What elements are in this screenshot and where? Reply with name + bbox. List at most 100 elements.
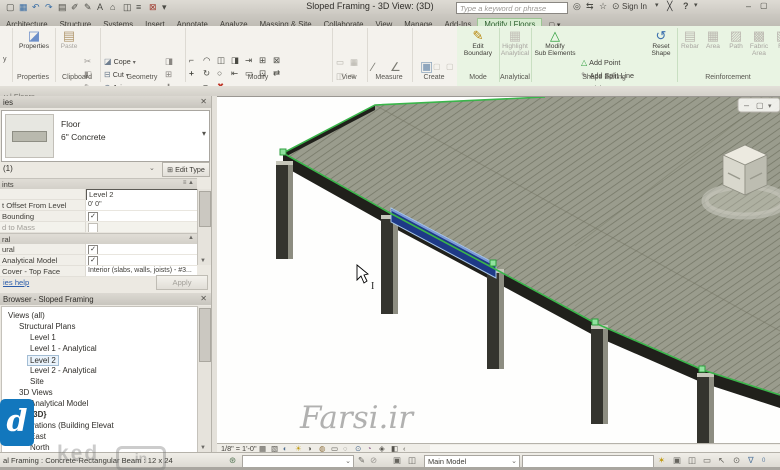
property-checkbox[interactable]	[88, 223, 98, 232]
panel-label-measure[interactable]: Measure	[375, 74, 402, 81]
panel-label-modify[interactable]: Modify	[248, 74, 269, 81]
press-drag-icon[interactable]: ▭	[703, 455, 711, 466]
exclude-options-icon[interactable]: ◫	[688, 455, 696, 466]
modify-tool-icon-1-2[interactable]: ○	[217, 68, 222, 78]
modify-tool-icon-0-5[interactable]: ⊞	[259, 55, 266, 66]
tag-icon[interactable]: ✎	[84, 1, 92, 13]
panel-label-analytical[interactable]: Analytical	[500, 74, 530, 81]
tree-item-site[interactable]: Site	[30, 377, 44, 386]
reinforcement-fa-button[interactable]: ▧Fa	[771, 28, 780, 50]
snap-icon[interactable]: ⊙	[733, 455, 740, 466]
exchange-apps-icon[interactable]: ⇆	[586, 1, 594, 12]
signin-person-icon[interactable]: ⊙	[612, 1, 620, 12]
panel-label-clipboard[interactable]: Clipboard	[62, 74, 92, 81]
property-checkbox[interactable]: ✓	[88, 245, 98, 254]
tree-item-3d-views[interactable]: 3D Views	[19, 388, 53, 397]
geometry-cope-button[interactable]: ◪ Cope ▾	[104, 57, 136, 66]
tree-item-level-1-analytical[interactable]: Level 1 - Analytical	[30, 344, 97, 353]
drawing-area[interactable]: – ▢ ▾ I	[217, 96, 780, 444]
browser-scrollbar[interactable]: ▼	[197, 306, 211, 452]
tree-item-level-2-analytical[interactable]: Level 2 - Analytical	[30, 366, 97, 375]
modify-tool-icon-1-3[interactable]: ⇤	[231, 68, 238, 79]
clipboard-icon-0[interactable]: ✂	[84, 56, 91, 67]
help-icon[interactable]: ?	[683, 1, 689, 11]
create-tool-icon-2[interactable]: ▢	[446, 62, 454, 71]
modify-sub-elements-button[interactable]: △ Modify Sub Elements	[533, 28, 577, 58]
help-dropdown-icon[interactable]: ▾	[694, 1, 698, 9]
modify-tool-icon-0-4[interactable]: ⇥	[245, 55, 252, 66]
edit-boundary-button[interactable]: ✎ Edit Boundary	[459, 28, 497, 58]
open-icon[interactable]: ▢	[6, 1, 15, 13]
editable-only-icon[interactable]: ▣	[673, 455, 681, 466]
edit-type-button[interactable]: ⊞ Edit Type	[162, 162, 210, 177]
thin-lines-icon[interactable]: ≡	[136, 1, 141, 13]
measure-tool-icon-0[interactable]: ∕	[372, 60, 374, 74]
paste-button[interactable]: ▤ Paste	[57, 28, 81, 50]
a360-icon[interactable]: ╳	[667, 1, 672, 12]
modify-tool-icon-0-1[interactable]: ◠	[203, 55, 210, 66]
requests-icon[interactable]: ⊘	[370, 455, 377, 466]
panel-label-shape-editing[interactable]: Shape Editing	[582, 74, 626, 81]
geometry-cut-button[interactable]: ⊟ Cut ▾	[104, 70, 129, 79]
worksharing-display-icon[interactable]: ✶	[658, 455, 665, 466]
shape-add-point-button[interactable]: △ Add Point	[581, 58, 620, 67]
text-icon[interactable]: A	[97, 1, 103, 13]
reinforcement-fabric-area-button[interactable]: ▩ Fabric Area	[748, 28, 770, 58]
geometry-right-icon-0[interactable]: ◨	[165, 56, 173, 67]
close-hidden-windows-icon[interactable]: ⊠	[149, 1, 157, 13]
tree-item-views-all-[interactable]: Views (all)	[8, 311, 45, 320]
property-value[interactable]: ✓	[85, 244, 197, 255]
select-icon[interactable]: ↖	[718, 455, 725, 466]
property-value[interactable]: 0' 0"	[85, 200, 197, 211]
properties-scrollbar[interactable]: ▼	[197, 189, 211, 265]
create-tool-icon-0[interactable]: ▣	[420, 58, 433, 75]
worksets-icon[interactable]: ⊛	[229, 455, 236, 466]
filter-icon[interactable]: ∇	[748, 455, 754, 466]
browser-close-icon[interactable]: ✕	[200, 294, 207, 303]
undo-icon[interactable]: ↶	[32, 1, 40, 13]
modify-tool-icon-0-2[interactable]: ◫	[217, 55, 225, 66]
create-tool-icon-1[interactable]: ▢	[433, 62, 441, 71]
measure-tool-icon-1[interactable]: ∠	[390, 60, 401, 74]
view-tool-icon-1[interactable]: ▦	[350, 57, 358, 68]
type-selector-dropdown-icon[interactable]: ▾	[202, 129, 206, 138]
modify-tool-icon-0-3[interactable]: ◨	[231, 55, 239, 66]
signin-dropdown-icon[interactable]: ▾	[655, 1, 659, 9]
modify-tool-icon-1-6[interactable]: ⇄	[273, 68, 280, 79]
reinforcement-rebar-button[interactable]: ▤ Rebar	[679, 28, 701, 50]
apply-button[interactable]: Apply	[156, 275, 208, 290]
secondary-combobox[interactable]	[522, 454, 654, 468]
modify-tool-icon-0-6[interactable]: ⊠	[273, 55, 280, 66]
active-option-icon[interactable]: ◫	[408, 455, 416, 466]
tree-item-analytical-model[interactable]: Analytical Model	[30, 399, 88, 408]
property-value[interactable]: ✓	[85, 211, 197, 222]
restore-button[interactable]: ▢	[760, 1, 768, 10]
property-checkbox[interactable]: ✓	[88, 212, 98, 221]
minimize-button[interactable]: –	[746, 1, 751, 11]
panel-label-mode[interactable]: Mode	[469, 74, 487, 81]
properties-close-icon[interactable]: ✕	[200, 97, 207, 106]
editable-icon[interactable]: ✎	[358, 455, 365, 466]
panel-label-view[interactable]: View	[341, 74, 356, 81]
panel-label-properties[interactable]: Properties	[17, 74, 49, 81]
sign-in-button[interactable]: Sign In	[622, 2, 647, 11]
search-icon[interactable]: ◎	[573, 1, 581, 12]
reset-shape-button[interactable]: ↺ Reset Shape	[646, 28, 676, 58]
geometry-right-icon-1[interactable]: ⊞	[165, 69, 172, 80]
section-collapse-icon[interactable]: ≡ ▲	[183, 180, 194, 186]
properties-help-link[interactable]: ies help	[3, 278, 29, 287]
highlight-analytical-button[interactable]: ▦ Highlight Analytical	[500, 28, 530, 58]
qat-dropdown-icon[interactable]: ▾	[162, 1, 167, 13]
view-tool-icon-0[interactable]: ▭	[336, 57, 344, 68]
design-options-icon[interactable]: ▣	[393, 455, 401, 466]
filter-dropdown-icon[interactable]: ⌄	[149, 164, 155, 172]
property-checkbox[interactable]: ✓	[88, 256, 98, 265]
properties-palette-button[interactable]: ◪ Properties	[16, 28, 52, 50]
tree-item-level-1[interactable]: Level 1	[30, 333, 56, 342]
modify-button-sliver[interactable]: y	[3, 56, 7, 63]
modify-icon[interactable]: ✐	[71, 1, 79, 13]
help-search-input[interactable]: Type a keyword or phrase	[456, 1, 568, 14]
project-browser-header[interactable]: Browser - Sloped Framing ✕	[0, 293, 211, 305]
properties-palette-header[interactable]: ies ✕	[0, 96, 211, 108]
tree-item-level-2[interactable]: Level 2	[27, 355, 59, 366]
